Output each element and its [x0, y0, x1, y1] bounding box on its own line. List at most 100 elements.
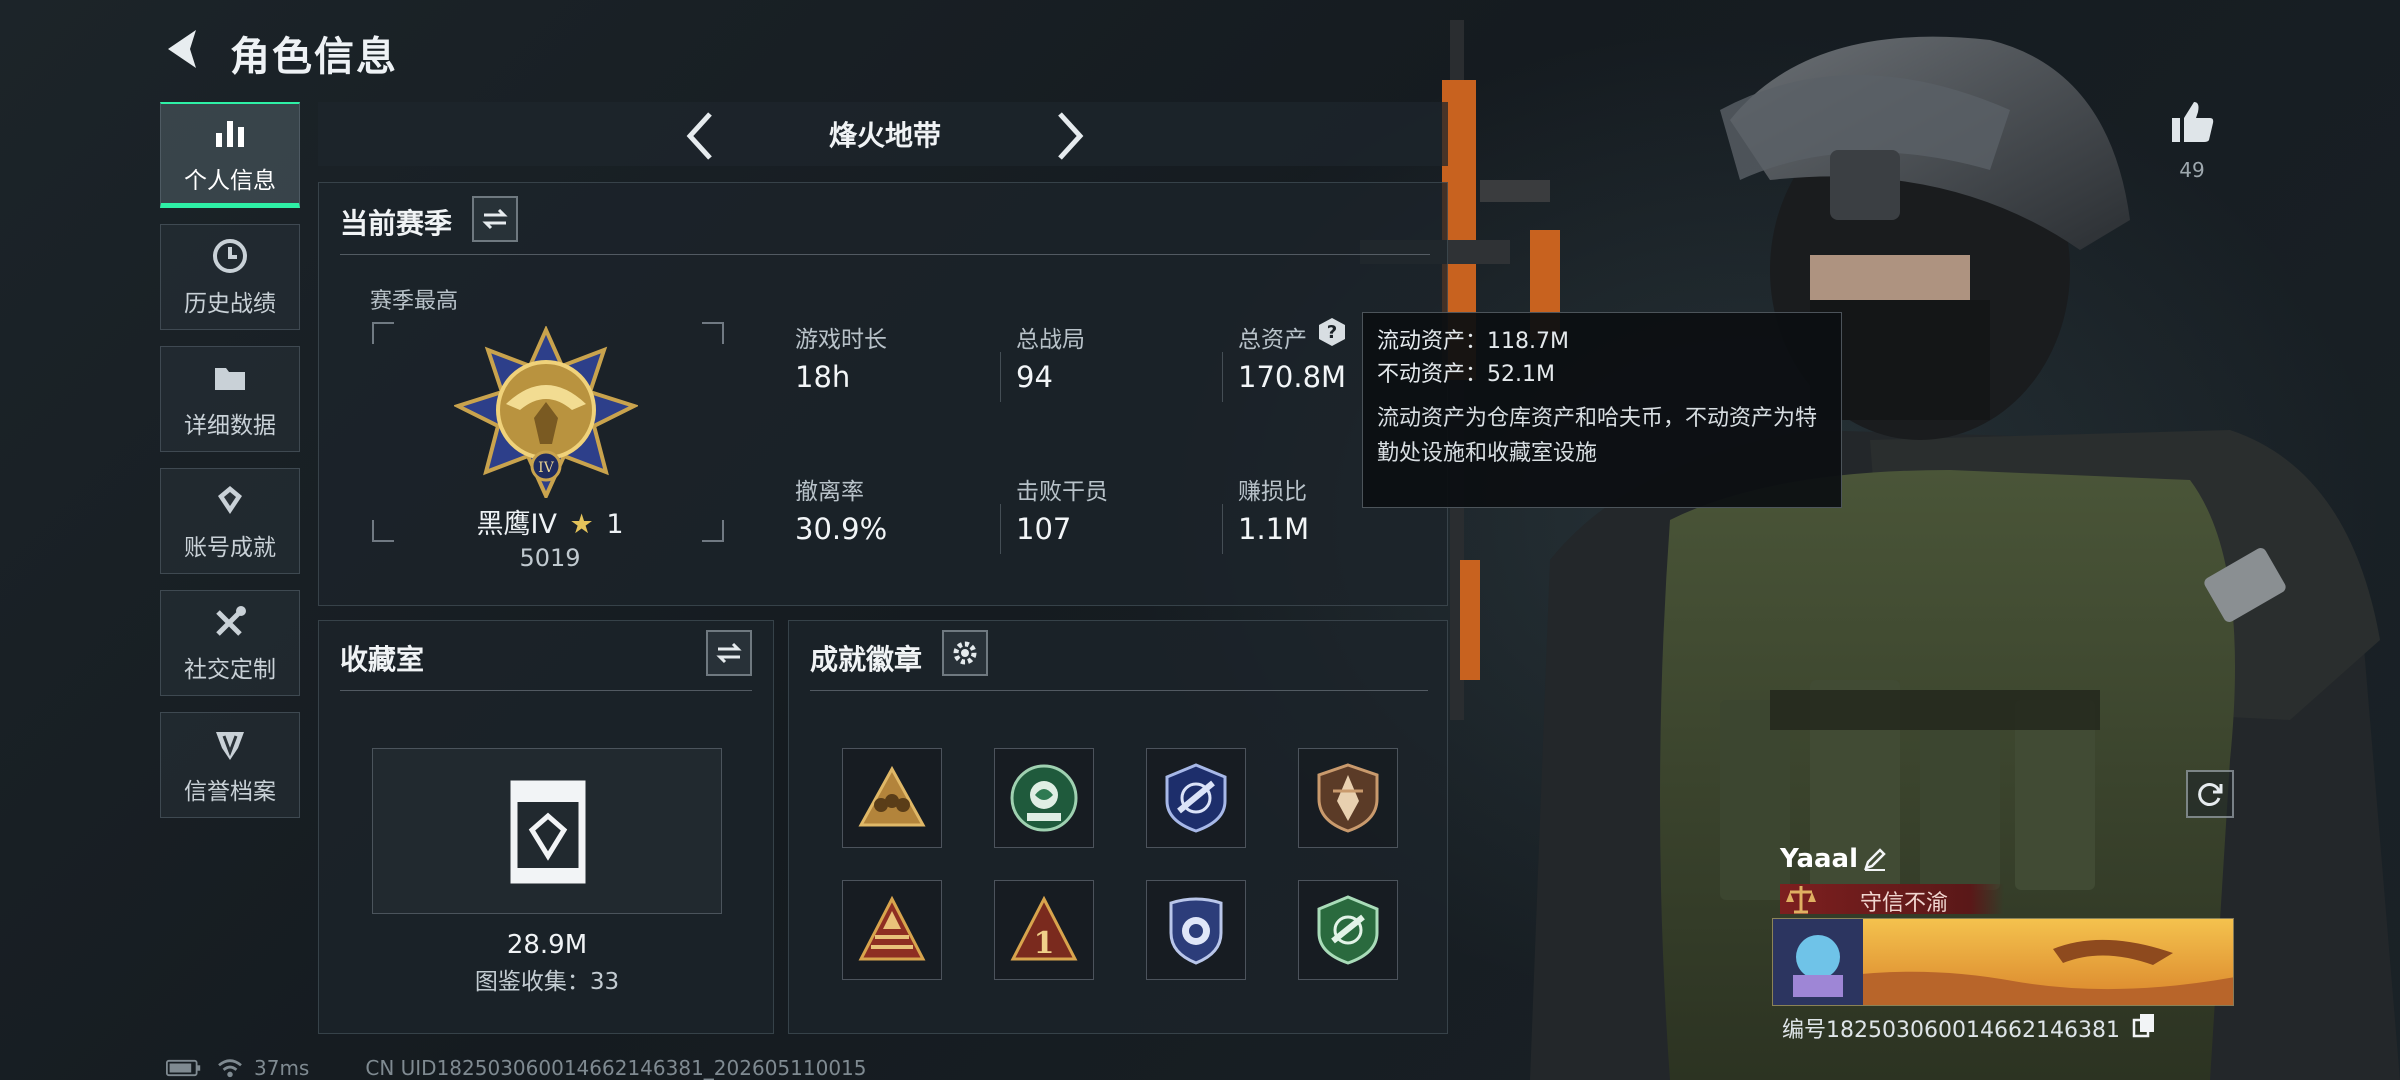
badges-title: 成就徽章 [810, 643, 923, 676]
copy-icon[interactable] [2132, 1012, 2156, 1038]
sidebar-item-detailed-data[interactable]: 详细数据 [160, 346, 300, 452]
stat-value-extract-rate: 30.9% [795, 512, 888, 546]
player-title-tag: 守信不渝 [1860, 891, 1949, 916]
stat-value-profit-ratio: 1.1M [1238, 512, 1310, 546]
back-arrow-icon[interactable] [160, 24, 210, 74]
divider [1000, 352, 1001, 402]
tooltip-liquid-assets: 流动资产：118.7M [1377, 329, 1569, 354]
chevron-right-icon[interactable] [1050, 108, 1090, 164]
page-title: 角色信息 [230, 34, 398, 80]
mode-title: 烽火地带 [828, 119, 941, 152]
achievement-icon [218, 486, 242, 514]
sidebar-item-label: 详细数据 [184, 413, 276, 439]
player-banner[interactable] [1772, 918, 2234, 1006]
sidebar-item-achievements[interactable]: 账号成就 [160, 468, 300, 574]
svg-text:?: ? [1327, 322, 1337, 343]
status-bar: 37ms CN UID182503060014662146381_2026051… [166, 1056, 867, 1080]
bar-chart-icon [216, 120, 244, 147]
collection-value: 28.9M [506, 930, 588, 960]
reputation-icon [216, 732, 244, 760]
achievement-badge[interactable] [842, 748, 942, 848]
sidebar-item-reputation[interactable]: 信誉档案 [160, 712, 300, 818]
divider [340, 254, 1430, 255]
tooltip-fixed-assets: 不动资产：52.1M [1377, 362, 1555, 387]
battery-icon [166, 1059, 201, 1077]
pyramid-badge-icon [858, 895, 926, 961]
stat-value-playtime: 18h [795, 360, 851, 394]
sidebar-item-personal-info[interactable]: 个人信息 [160, 102, 300, 208]
thumbs-up-icon[interactable] [2166, 96, 2218, 148]
refresh-icon [2198, 783, 2223, 806]
divider [1222, 352, 1223, 402]
chevron-left-icon[interactable] [680, 108, 720, 164]
gear-icon [953, 641, 977, 665]
achievement-badge[interactable]: 1 [994, 880, 1094, 980]
police-badge-icon [1169, 897, 1223, 965]
rank-name-row: 黑鹰IV ★ 1 [440, 502, 660, 541]
sidebar-item-social-custom[interactable]: 社交定制 [160, 590, 300, 696]
star-icon: ★ [569, 509, 594, 540]
sidebar-item-label: 信誉档案 [184, 779, 276, 805]
player-id: 编号182503060014662146381 [1782, 1018, 2120, 1043]
rank-name: 黑鹰IV [476, 509, 557, 540]
like-count: 49 [2179, 158, 2205, 182]
achievement-badge[interactable] [1146, 748, 1246, 848]
sidebar-item-label: 账号成就 [184, 535, 276, 561]
edit-pencil-icon[interactable] [1862, 846, 1888, 872]
help-icon[interactable]: ? [1316, 316, 1348, 348]
switch-collection-button[interactable] [706, 630, 752, 676]
sidebar-item-match-history[interactable]: 历史战绩 [160, 224, 300, 330]
number-one-triangle-badge-icon: 1 [1010, 895, 1078, 961]
stat-label-total-matches: 总战局 [1016, 327, 1085, 353]
assets-tooltip: 流动资产：118.7M 不动资产：52.1M 流动资产为仓库资产和哈夫币，不动资… [1362, 312, 1842, 508]
triangle-team-badge-icon [858, 765, 926, 827]
player-name: Yaaal [1780, 844, 1858, 874]
sidebar-item-label: 历史战绩 [184, 291, 276, 317]
rotate-model-button[interactable] [2186, 770, 2234, 818]
svg-text:1: 1 [1034, 926, 1055, 961]
stat-label-kills: 击败干员 [1016, 479, 1108, 505]
vault-icon [510, 780, 586, 884]
sidebar-item-label: 社交定制 [184, 657, 276, 683]
divider [1000, 504, 1001, 554]
swap-icon [716, 642, 742, 664]
stat-value-total-assets: 170.8M [1238, 360, 1347, 394]
achievement-badge[interactable] [1298, 880, 1398, 980]
divider [810, 690, 1428, 691]
achievement-badge[interactable] [842, 880, 942, 980]
bronze-shield-badge-icon [1317, 763, 1379, 833]
collection-count: 图鉴收集：33 [474, 969, 620, 995]
rank-medal-icon: IV [454, 326, 638, 498]
collection-title: 收藏室 [340, 643, 425, 676]
wifi-icon [218, 1059, 242, 1078]
clock-icon [213, 239, 247, 273]
uid-text: CN UID182503060014662146381_202605110015 [365, 1056, 867, 1080]
stat-label-total-assets: 总资产 [1238, 327, 1307, 353]
stat-label-playtime: 游戏时长 [795, 327, 887, 353]
folder-icon [215, 368, 245, 390]
blue-wrench-shield-badge-icon [1165, 763, 1227, 833]
green-shield-badge-icon [1317, 895, 1379, 965]
achievement-badge[interactable] [1298, 748, 1398, 848]
switch-season-button[interactable] [472, 196, 518, 242]
sidebar-item-label: 个人信息 [184, 167, 276, 194]
tools-icon [216, 606, 246, 636]
badge-settings-button[interactable] [942, 630, 988, 676]
tooltip-note: 流动资产为仓库资产和哈夫币，不动资产为特勤处设施和收藏室设施 [1377, 406, 1818, 467]
achievement-badge[interactable] [1146, 880, 1246, 980]
ping-value: 37ms [254, 1056, 310, 1080]
stat-label-profit-ratio: 赚损比 [1238, 479, 1307, 505]
swap-icon [482, 208, 508, 230]
rank-score: 5019 [519, 544, 581, 572]
season-best-label: 赛季最高 [370, 289, 459, 314]
season-title: 当前赛季 [340, 207, 453, 240]
svg-text:IV: IV [538, 460, 555, 476]
rank-stars: 1 [606, 509, 624, 540]
desert-banner-image [1773, 919, 2233, 1005]
stat-value-kills: 107 [1016, 512, 1072, 546]
divider [1222, 504, 1223, 554]
green-rose-badge-icon [1010, 764, 1078, 832]
scales-icon [1786, 886, 1816, 914]
achievement-badge[interactable] [994, 748, 1094, 848]
stat-value-total-matches: 94 [1016, 360, 1053, 394]
